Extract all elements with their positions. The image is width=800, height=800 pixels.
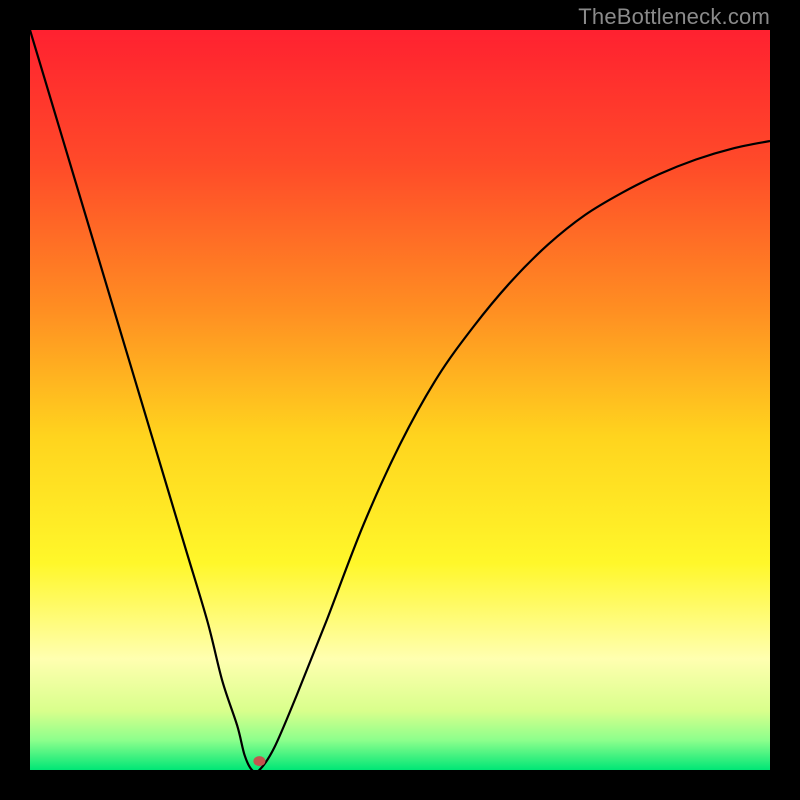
chart-frame: TheBottleneck.com	[0, 0, 800, 800]
chart-svg	[30, 30, 770, 770]
watermark-text: TheBottleneck.com	[578, 4, 770, 30]
plot-area	[30, 30, 770, 770]
optimum-marker	[253, 756, 265, 766]
